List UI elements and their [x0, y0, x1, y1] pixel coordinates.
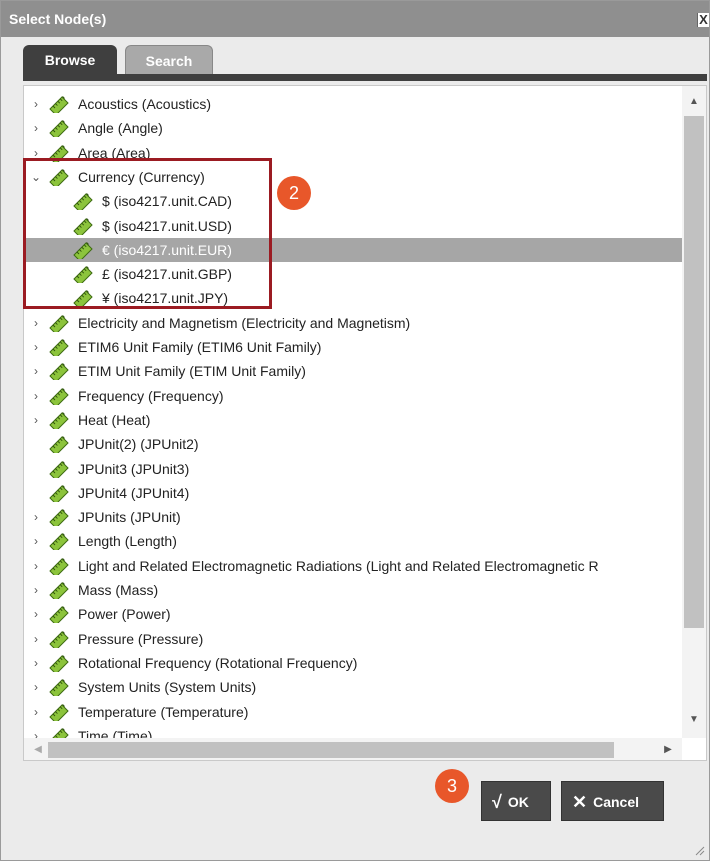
ok-label: OK: [507, 794, 529, 810]
ruler-icon: [49, 654, 69, 672]
ok-button[interactable]: √ OK: [481, 781, 551, 821]
tab-search[interactable]: Search: [125, 45, 213, 75]
dialog-title-bar[interactable]: Select Node(s): [1, 1, 709, 37]
tab-browse[interactable]: Browse: [23, 45, 117, 75]
cancel-button[interactable]: ✕ Cancel: [561, 781, 664, 821]
scroll-up-icon[interactable]: ▲: [684, 94, 704, 110]
ruler-icon: [49, 509, 69, 527]
tree-node-label: Rotational Frequency (Rotational Frequen…: [78, 654, 358, 671]
tree-node-label: JPUnit3 (JPUnit3): [78, 460, 190, 477]
ruler-icon: [49, 703, 69, 721]
scroll-right-icon[interactable]: ▶: [658, 740, 678, 760]
tree-node[interactable]: › Temperature (Temperature): [24, 700, 682, 724]
tree-node-label: Electricity and Magnetism (Electricity a…: [78, 314, 411, 331]
tree-node-label: Light and Related Electromagnetic Radiat…: [78, 557, 599, 574]
ruler-icon: [49, 436, 69, 454]
chevron-right-icon[interactable]: ›: [30, 675, 42, 699]
cancel-label: Cancel: [593, 794, 640, 810]
ruler-icon: [49, 630, 69, 648]
ruler-icon: [49, 120, 69, 138]
resize-grip-icon[interactable]: [693, 844, 705, 856]
ruler-icon: [49, 484, 69, 502]
tree-node[interactable]: › Rotational Frequency (Rotational Freque…: [24, 651, 682, 675]
chevron-right-icon[interactable]: ›: [30, 651, 42, 675]
ruler-icon: [49, 533, 69, 551]
ruler-icon: [49, 339, 69, 356]
tree-node[interactable]: › Length (Length): [24, 529, 682, 553]
chevron-right-icon[interactable]: ›: [30, 335, 42, 359]
tree-node[interactable]: › Pressure (Pressure): [24, 627, 682, 651]
tree-node-label: JPUnits (JPUnit): [78, 509, 181, 526]
tree-node-label: Pressure (Pressure): [78, 630, 204, 647]
ruler-icon: [49, 679, 69, 697]
tree-node[interactable]: › ETIM Unit Family (ETIM Unit Family): [24, 359, 682, 383]
tree-node-label: JPUnit(2) (JPUnit2): [78, 436, 199, 453]
ruler-icon: [49, 582, 69, 599]
tree-node-label: Frequency (Frequency): [78, 387, 224, 404]
tree-node-label: Heat (Heat): [78, 411, 151, 428]
tab-underline: [23, 74, 707, 81]
chevron-right-icon[interactable]: ›: [30, 505, 42, 529]
scroll-down-icon[interactable]: ▼: [684, 712, 704, 728]
chevron-right-icon[interactable]: ›: [30, 554, 42, 578]
tree-node-label: Angle (Angle): [78, 120, 163, 137]
close-icon[interactable]: X: [697, 13, 709, 27]
tree-node[interactable]: JPUnit4 (JPUnit4): [24, 481, 682, 505]
tree-node[interactable]: › Acoustics (Acoustics): [24, 92, 682, 116]
chevron-right-icon[interactable]: ›: [30, 116, 42, 140]
tree-node[interactable]: › System Units (System Units): [24, 675, 682, 699]
ruler-icon: [49, 363, 69, 381]
tree-node[interactable]: › Frequency (Frequency): [24, 384, 682, 408]
tree-node-label: Temperature (Temperature): [78, 703, 249, 720]
tree-node[interactable]: JPUnit3 (JPUnit3): [24, 457, 682, 481]
tree-node-label: Power (Power): [78, 606, 171, 623]
ruler-icon: [49, 557, 69, 575]
tree-node-label: Length (Length): [78, 533, 177, 550]
checkmark-icon: √: [492, 792, 502, 812]
tree-node[interactable]: › JPUnits (JPUnit): [24, 505, 682, 529]
chevron-right-icon[interactable]: ›: [30, 359, 42, 383]
vertical-scroll-thumb[interactable]: [684, 116, 704, 628]
tree-node[interactable]: › Heat (Heat): [24, 408, 682, 432]
step-2-badge: 2: [277, 176, 311, 210]
ruler-icon: [49, 387, 69, 405]
horizontal-scroll-thumb[interactable]: [48, 742, 614, 758]
tree-node[interactable]: › Angle (Angle): [24, 116, 682, 140]
tree-node-label: ETIM Unit Family (ETIM Unit Family): [78, 363, 306, 380]
chevron-right-icon[interactable]: ›: [30, 384, 42, 408]
ruler-icon: [49, 460, 69, 478]
tree-node-label: System Units (System Units): [78, 679, 257, 696]
chevron-right-icon[interactable]: ›: [30, 602, 42, 626]
scroll-left-icon[interactable]: ◀: [28, 740, 48, 760]
tree-node[interactable]: JPUnit(2) (JPUnit2): [24, 432, 682, 456]
chevron-right-icon[interactable]: ›: [30, 700, 42, 724]
tree-node-label: JPUnit4 (JPUnit4): [78, 484, 190, 501]
chevron-right-icon[interactable]: ›: [30, 408, 42, 432]
chevron-right-icon[interactable]: ›: [30, 311, 42, 335]
tree-node[interactable]: › Electricity and Magnetism (Electricity …: [24, 311, 682, 335]
tree-node[interactable]: › ETIM6 Unit Family (ETIM6 Unit Family): [24, 335, 682, 359]
select-node-dialog: Select Node(s) X Browse Search › Acoustic…: [0, 0, 710, 861]
currency-highlight-box: [23, 158, 272, 309]
chevron-right-icon[interactable]: ›: [30, 578, 42, 602]
tree-node[interactable]: › Mass (Mass): [24, 578, 682, 602]
tree-node[interactable]: › Power (Power): [24, 602, 682, 626]
step-3-badge: 3: [435, 769, 469, 803]
chevron-right-icon[interactable]: ›: [30, 627, 42, 651]
ruler-icon: [49, 96, 69, 113]
tree-node-label: Mass (Mass): [78, 582, 159, 598]
tree-node-label: ETIM6 Unit Family (ETIM6 Unit Family): [78, 339, 322, 355]
ruler-icon: [49, 411, 69, 429]
cancel-x-icon: ✕: [572, 792, 588, 812]
dialog-title: Select Node(s): [9, 11, 107, 27]
tree-node-label: Acoustics (Acoustics): [78, 96, 212, 112]
chevron-right-icon[interactable]: ›: [30, 529, 42, 553]
tree-node[interactable]: › Light and Related Electromagnetic Radia…: [24, 554, 682, 578]
ruler-icon: [49, 314, 69, 332]
chevron-right-icon[interactable]: ›: [30, 92, 42, 116]
ruler-icon: [49, 606, 69, 624]
